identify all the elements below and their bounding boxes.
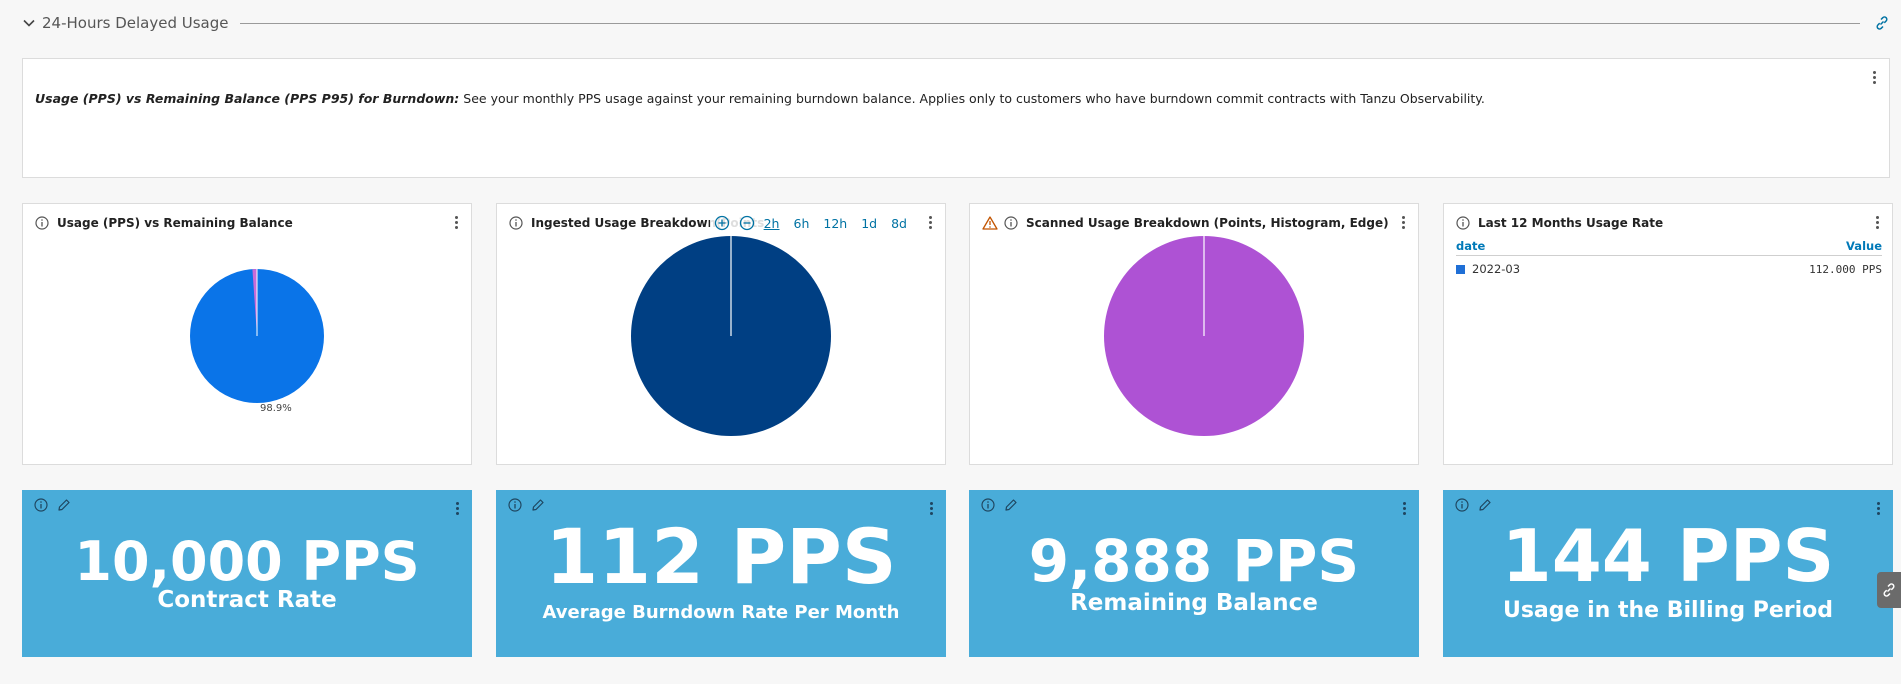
stat-card-billing-period-usage: 144 PPS Usage in the Billing Period xyxy=(1443,490,1893,657)
column-header-value[interactable]: Value xyxy=(1846,239,1882,253)
stat-label: Usage in the Billing Period xyxy=(1502,598,1834,623)
description-card: Usage (PPS) vs Remaining Balance (PPS P9… xyxy=(22,58,1890,178)
stat-label: Average Burndown Rate Per Month xyxy=(542,602,900,623)
chart-card-usage-vs-balance: Usage (PPS) vs Remaining Balance 98.9% xyxy=(22,203,472,465)
warning-icon[interactable] xyxy=(982,216,998,230)
usage-table: date Value 2022-03 112.000 PPS xyxy=(1456,239,1882,276)
zoom-8d[interactable]: 8d xyxy=(891,216,907,231)
chart-title: Last 12 Months Usage Rate xyxy=(1478,216,1664,230)
stat-card-remaining-balance: 9,888 PPS Remaining Balance xyxy=(969,490,1419,657)
stat-value: 144 PPS xyxy=(1501,514,1835,598)
column-header-date[interactable]: date xyxy=(1456,239,1485,253)
zoom-12h[interactable]: 12h xyxy=(823,216,847,231)
description-text: Usage (PPS) vs Remaining Balance (PPS P9… xyxy=(35,91,1485,106)
pie-chart[interactable] xyxy=(189,268,325,404)
chart-title: Scanned Usage Breakdown (Points, Histogr… xyxy=(1026,216,1389,230)
pie-percent-label: 98.9% xyxy=(260,403,292,414)
row-date: 2022-03 xyxy=(1472,262,1521,276)
edit-icon[interactable] xyxy=(531,498,545,512)
row-value: 112.000 PPS xyxy=(1809,262,1882,276)
table-row[interactable]: 2022-03 112.000 PPS xyxy=(1456,262,1882,276)
info-icon[interactable] xyxy=(509,216,523,230)
stat-value: 112 PPS xyxy=(545,512,897,601)
stat-card-contract-rate: 10,000 PPS Contract Rate xyxy=(22,490,472,657)
chart-card-ingested-usage: Ingested Usage Breakdown(Points 2h 6h 12… xyxy=(496,203,946,465)
edit-icon[interactable] xyxy=(57,498,71,512)
zoom-toolbar: 2h 6h 12h 1d 8d xyxy=(709,213,911,233)
description-menu-icon[interactable] xyxy=(1871,69,1877,87)
info-icon[interactable] xyxy=(35,216,49,230)
description-body: See your monthly PPS usage against your … xyxy=(459,91,1485,106)
series-swatch xyxy=(1456,264,1465,274)
description-bold: Usage (PPS) vs Remaining Balance (PPS P9… xyxy=(35,91,460,106)
section-title[interactable]: 24-Hours Delayed Usage xyxy=(42,14,228,32)
chart-menu-icon[interactable] xyxy=(927,214,933,232)
chart-card-scanned-usage: Scanned Usage Breakdown (Points, Histogr… xyxy=(969,203,1419,465)
chart-menu-icon[interactable] xyxy=(1874,214,1880,232)
info-icon[interactable] xyxy=(1004,216,1018,230)
chart-menu-icon[interactable] xyxy=(453,214,459,232)
chevron-down-icon[interactable] xyxy=(22,16,36,30)
info-icon[interactable] xyxy=(1455,498,1469,512)
zoom-in-icon[interactable] xyxy=(714,215,730,231)
edit-icon[interactable] xyxy=(1478,498,1492,512)
zoom-2h[interactable]: 2h xyxy=(764,216,780,231)
stat-value: 9,888 PPS xyxy=(1028,527,1360,595)
stat-menu-icon[interactable] xyxy=(1401,500,1407,518)
info-icon[interactable] xyxy=(508,498,522,512)
stat-value: 10,000 PPS xyxy=(74,530,420,593)
chart-menu-icon[interactable] xyxy=(1400,214,1406,232)
stat-menu-icon[interactable] xyxy=(454,500,460,518)
link-icon[interactable] xyxy=(1874,15,1890,31)
info-icon[interactable] xyxy=(34,498,48,512)
stat-label: Contract Rate xyxy=(157,587,337,613)
stat-card-average-burndown: 112 PPS Average Burndown Rate Per Month xyxy=(496,490,946,657)
stat-label: Remaining Balance xyxy=(1070,590,1318,616)
section-divider xyxy=(240,22,1860,24)
chart-card-12-months-usage: Last 12 Months Usage Rate date Value 202… xyxy=(1443,203,1893,465)
zoom-6h[interactable]: 6h xyxy=(794,216,810,231)
section-header: 24-Hours Delayed Usage xyxy=(22,12,1890,34)
share-link-tab[interactable] xyxy=(1877,572,1901,608)
info-icon[interactable] xyxy=(981,498,995,512)
pie-chart[interactable] xyxy=(630,235,832,437)
info-icon[interactable] xyxy=(1456,216,1470,230)
zoom-1d[interactable]: 1d xyxy=(861,216,877,231)
pie-chart[interactable] xyxy=(1103,235,1305,437)
zoom-out-icon[interactable] xyxy=(739,215,755,231)
table-header: date Value xyxy=(1456,239,1882,256)
edit-icon[interactable] xyxy=(1004,498,1018,512)
link-icon xyxy=(1883,583,1895,597)
chart-title: Usage (PPS) vs Remaining Balance xyxy=(57,216,293,230)
